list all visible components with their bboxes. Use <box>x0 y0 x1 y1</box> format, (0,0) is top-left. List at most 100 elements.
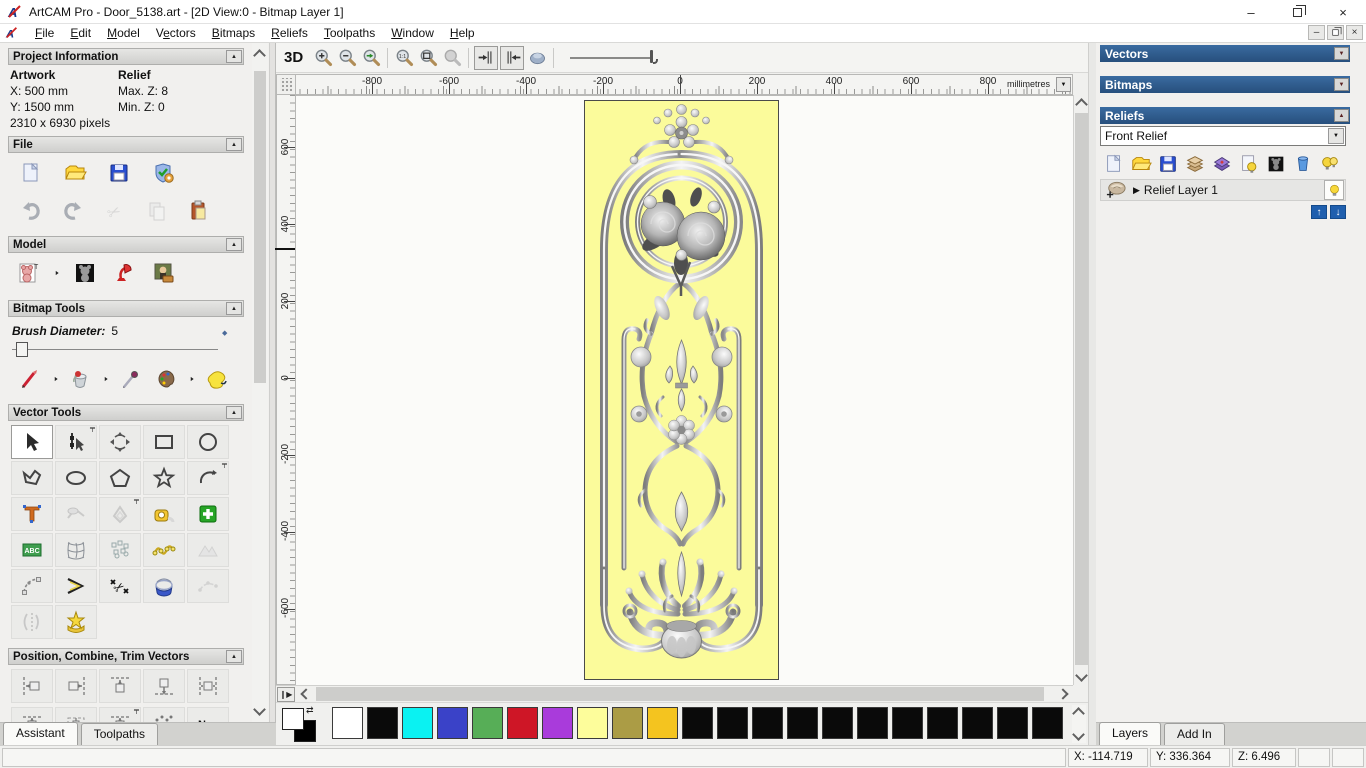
create-text-tool[interactable] <box>11 497 53 531</box>
zoom-selection-button[interactable] <box>440 46 464 70</box>
palette-swatch-7[interactable] <box>577 707 608 739</box>
measure-tool[interactable] <box>143 497 185 531</box>
palette-swatch-3[interactable] <box>437 707 468 739</box>
nesting-button[interactable]: Nes <box>187 707 229 722</box>
palette-swatch-14[interactable] <box>822 707 853 739</box>
menu-vectors[interactable]: Vectors <box>148 24 204 43</box>
align-top-button[interactable] <box>99 669 141 703</box>
menu-model[interactable]: Model <box>99 24 148 43</box>
create-star-tool[interactable] <box>143 461 185 495</box>
relief-stack-button[interactable] <box>1181 151 1208 177</box>
right-panel-splitter[interactable] <box>1088 43 1096 745</box>
freeform-curve-tool[interactable] <box>143 533 185 567</box>
palette-swatch-1[interactable] <box>367 707 398 739</box>
canvas-horizontal-scrollbar[interactable]: ❙▶ <box>276 685 1073 702</box>
menu-bitmaps[interactable]: Bitmaps <box>204 24 263 43</box>
menu-reliefs[interactable]: Reliefs <box>263 24 316 43</box>
paint-tool[interactable] <box>14 364 48 394</box>
palette-scrollbar[interactable] <box>1072 705 1086 743</box>
zoom-previous-button[interactable] <box>359 46 383 70</box>
zoom-in-button[interactable] <box>311 46 335 70</box>
switch-3d-view-button[interactable]: 3D <box>276 46 311 70</box>
layer-visibility-button[interactable] <box>1324 180 1344 200</box>
expand-vectors-button[interactable]: ▼ <box>1334 47 1349 60</box>
bitmap-layer-button[interactable] <box>1262 151 1289 177</box>
slice-vectors-tool[interactable] <box>11 605 53 639</box>
contrast-slider[interactable] <box>570 48 665 68</box>
align-top-inside-button[interactable] <box>11 707 53 722</box>
block-copy-tool[interactable] <box>99 533 141 567</box>
palette-swatch-6[interactable] <box>542 707 573 739</box>
palette-swatch-4[interactable] <box>472 707 503 739</box>
collapse-model-button[interactable]: ▲ <box>226 238 242 251</box>
scroll-up-icon[interactable] <box>1072 707 1085 720</box>
menu-file[interactable]: File <box>27 24 62 43</box>
new-layer-from-bitmap-button[interactable] <box>1235 151 1262 177</box>
scroll-down-icon[interactable] <box>253 703 266 716</box>
transform-vectors-tool[interactable] <box>99 425 141 459</box>
align-centre-button[interactable] <box>187 669 229 703</box>
create-polyline-tool[interactable] <box>11 461 53 495</box>
minimize-icon[interactable]: – <box>1228 0 1274 24</box>
menu-edit[interactable]: Edit <box>62 24 99 43</box>
node-fitting-tool[interactable] <box>187 569 229 603</box>
collapse-file-button[interactable]: ▲ <box>226 138 242 151</box>
palette-swatch-11[interactable] <box>717 707 748 739</box>
collapse-bitmap-tools-button[interactable]: ▲ <box>226 302 242 315</box>
create-circle-tool[interactable] <box>187 425 229 459</box>
child-restore-icon[interactable] <box>1327 25 1344 40</box>
open-relief-button[interactable] <box>1127 151 1154 177</box>
spin-vectors-tool[interactable] <box>143 569 185 603</box>
create-polygon-tool[interactable] <box>99 461 141 495</box>
paragraph-text-tool[interactable]: ABC <box>11 533 53 567</box>
redo-button[interactable] <box>56 196 90 226</box>
tab-toolpaths[interactable]: Toolpaths <box>80 723 159 745</box>
child-close-icon[interactable]: × <box>1346 25 1363 40</box>
collapse-vector-tools-button[interactable]: ▲ <box>226 406 242 419</box>
align-right-button[interactable] <box>55 669 97 703</box>
close-icon[interactable]: × <box>1320 0 1366 24</box>
align-centre-inside-button[interactable] <box>55 707 97 722</box>
dropdown-arrow-icon[interactable]: ▼ <box>1328 128 1344 144</box>
relief-layers-button[interactable] <box>1208 151 1235 177</box>
menu-window[interactable]: Window <box>383 24 442 43</box>
palette-swatch-9[interactable] <box>647 707 678 739</box>
relief-layer-row[interactable]: ▶ Relief Layer 1 <box>1100 179 1346 201</box>
texture-vectors-tool[interactable] <box>187 533 229 567</box>
new-relief-layer-button[interactable] <box>1100 151 1127 177</box>
colour-palette-tool[interactable] <box>150 364 184 394</box>
scroll-thumb[interactable] <box>254 71 266 383</box>
canvas-vertical-scrollbar[interactable] <box>1073 95 1088 685</box>
palette-swatch-12[interactable] <box>752 707 783 739</box>
toggle-all-layers-button[interactable] <box>1316 151 1343 177</box>
scroll-down-icon[interactable] <box>1072 728 1085 741</box>
menu-help[interactable]: Help <box>442 24 483 43</box>
previous-bitmap-layer-button[interactable] <box>474 45 499 70</box>
palette-swatch-0[interactable] <box>332 707 363 739</box>
palette-swatch-10[interactable] <box>682 707 713 739</box>
align-stack-button[interactable]: ╤ <box>99 707 141 722</box>
ruler-corner[interactable] <box>276 74 296 95</box>
brush-diameter-slider[interactable] <box>12 349 218 350</box>
primary-colour-swatch[interactable] <box>282 708 304 730</box>
move-layer-down-button[interactable]: ↓ <box>1330 205 1346 219</box>
swap-colours-icon[interactable]: ⇄ <box>306 705 314 716</box>
align-bottom-button[interactable] <box>143 669 185 703</box>
palette-swatch-5[interactable] <box>507 707 538 739</box>
load-image-button[interactable] <box>146 258 180 288</box>
scatter-vectors-button[interactable] <box>143 707 185 722</box>
pick-colour-tool[interactable] <box>114 364 148 394</box>
undo-button[interactable] <box>14 196 48 226</box>
select-vectors-tool[interactable] <box>11 425 53 459</box>
scroll-down-icon[interactable] <box>1075 669 1088 682</box>
pan-mode-button[interactable]: ❙▶ <box>277 687 295 702</box>
align-left-button[interactable] <box>11 669 53 703</box>
envelope-distortion-tool[interactable] <box>55 533 97 567</box>
create-bisector-tool[interactable] <box>55 569 97 603</box>
scroll-left-icon[interactable] <box>300 688 312 700</box>
menu-toolpaths[interactable]: Toolpaths <box>316 24 383 43</box>
zoom-1to1-button[interactable]: 1:1 <box>392 46 416 70</box>
palette-swatch-18[interactable] <box>962 707 993 739</box>
wrap-vectors-tool[interactable] <box>55 605 97 639</box>
tab-layers[interactable]: Layers <box>1099 722 1162 745</box>
